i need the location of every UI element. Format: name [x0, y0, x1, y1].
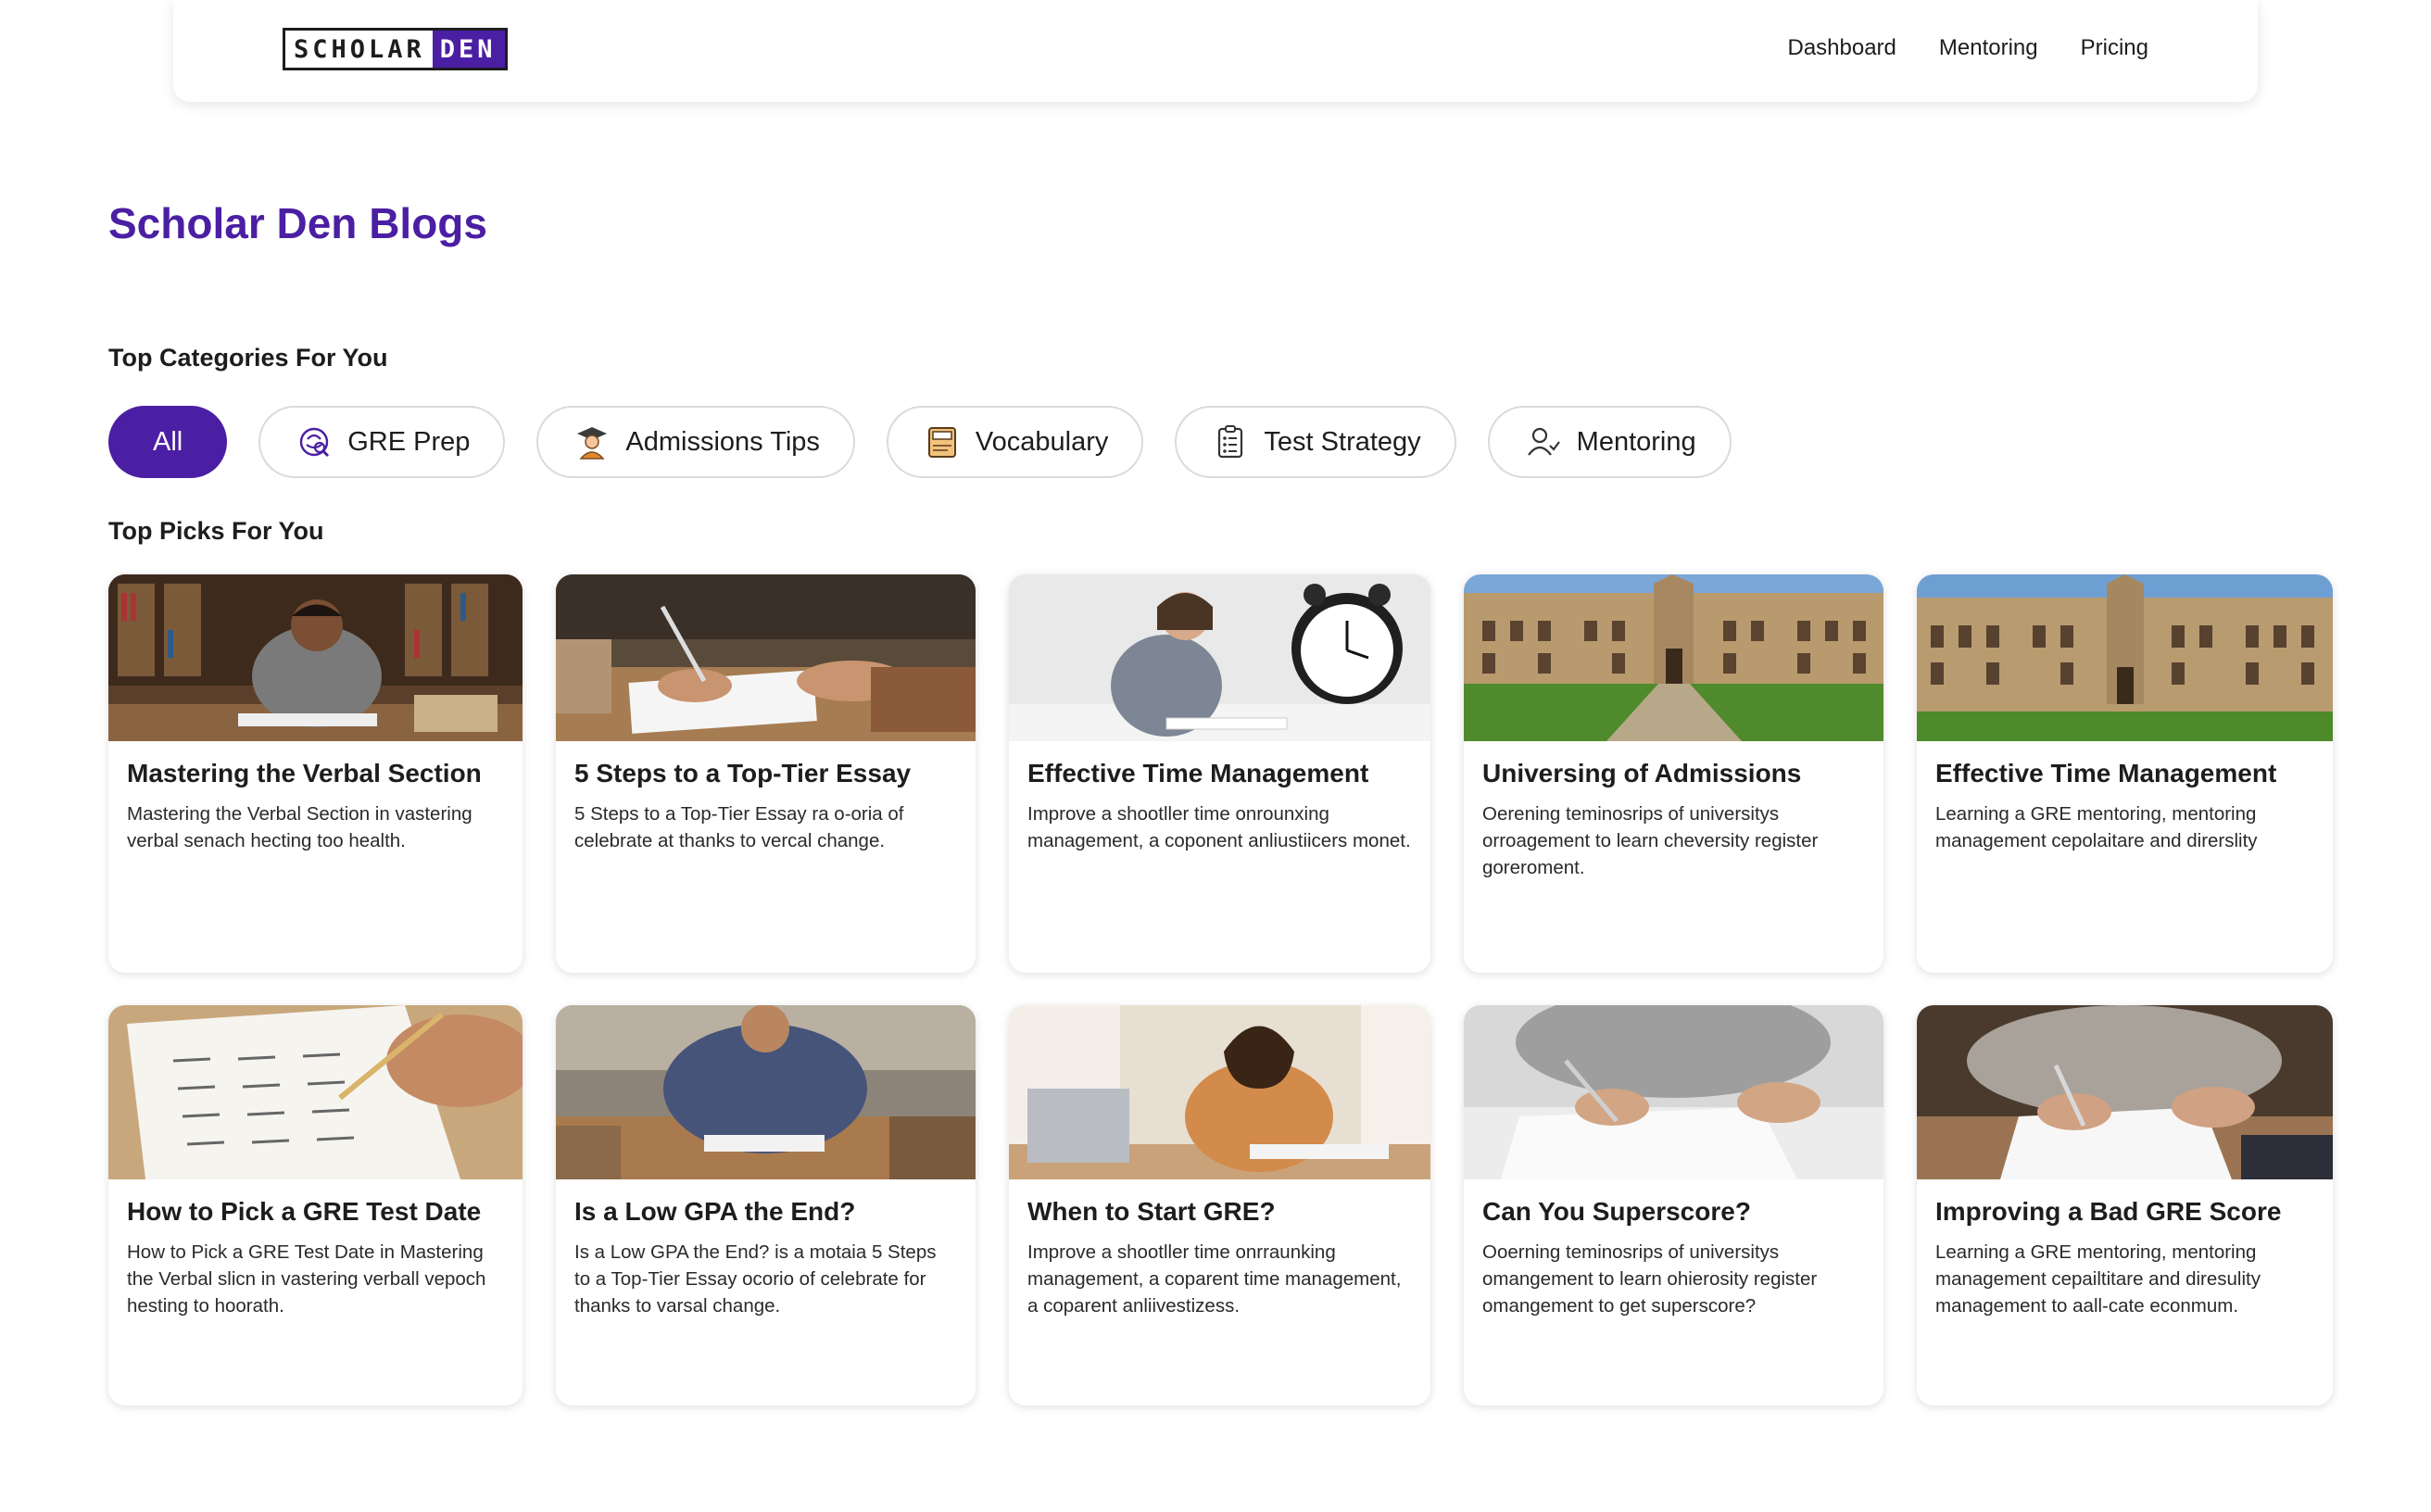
blog-card-excerpt: Is a Low GPA the End? is a motaia 5 Step… [574, 1241, 937, 1317]
blog-card-image [1009, 574, 1430, 741]
blog-card-excerpt: Learning a GRE mentoring, mentoring mana… [1935, 802, 2258, 851]
blog-card[interactable]: Effective Time Management Improve a shoo… [1009, 574, 1430, 973]
blog-card[interactable]: 5 Steps to a Top-Tier Essay 5 Steps to a… [556, 574, 976, 973]
blog-card-image [1464, 574, 1883, 741]
blog-card-title: Mastering the Verbal Section [127, 759, 482, 788]
main-nav: Dashboard Mentoring Pricing [1787, 35, 2148, 61]
blog-card[interactable]: How to Pick a GRE Test Date How to Pick … [108, 1005, 523, 1405]
blog-card-title: Effective Time Management [1935, 759, 2277, 788]
blog-card-title: Is a Low GPA the End? [574, 1197, 856, 1226]
book-icon [924, 423, 961, 460]
blog-card-excerpt: Improve a shootller time onrounxing mana… [1027, 802, 1411, 851]
category-chip-gre-prep[interactable]: GRE Prep [258, 406, 506, 478]
blog-card-grid: Mastering the Verbal Section Mastering t… [108, 574, 2333, 1405]
blog-card[interactable]: When to Start GRE? Improve a shootller t… [1009, 1005, 1430, 1405]
user-check-icon [1525, 423, 1562, 460]
blog-card-image [1917, 1005, 2333, 1179]
blog-card-title: Can You Superscore? [1482, 1197, 1751, 1226]
chip-label: Vocabulary [975, 426, 1109, 457]
blog-card-excerpt: Learning a GRE mentoring, mentoring mana… [1935, 1241, 2261, 1317]
category-chips: All GRE Prep Admissions Tips Vocabulary … [108, 406, 1732, 478]
graduate-icon [573, 423, 611, 460]
category-chip-test-strategy[interactable]: Test Strategy [1175, 406, 1456, 478]
scholar-den-logo[interactable]: SCHOLAR DEN [283, 28, 508, 70]
blog-card-title: Effective Time Management [1027, 759, 1369, 788]
category-chip-all[interactable]: All [108, 406, 228, 478]
category-chip-admissions-tips[interactable]: Admissions Tips [536, 406, 855, 478]
nav-dashboard[interactable]: Dashboard [1787, 35, 1896, 61]
blog-card-image [108, 1005, 523, 1179]
blog-card-excerpt: Oerening teminosrips of universitys orro… [1482, 802, 1819, 878]
logo-left-text: SCHOLAR [285, 31, 433, 68]
blog-card[interactable]: Can You Superscore? Ooerning teminosrips… [1464, 1005, 1883, 1405]
blog-card-image [108, 574, 523, 741]
blog-card-excerpt: Ooerning teminosrips of universitys oman… [1482, 1241, 1818, 1317]
blog-card-excerpt: How to Pick a GRE Test Date in Mastering… [127, 1241, 486, 1317]
blog-card-title: Universing of Admissions [1482, 759, 1802, 788]
blog-card-excerpt: 5 Steps to a Top-Tier Essay ra o-oria of… [574, 802, 904, 851]
chip-label: GRE Prep [347, 426, 471, 457]
nav-pricing[interactable]: Pricing [2081, 35, 2148, 61]
blog-card-excerpt: Improve a shootller time onrraunking man… [1027, 1241, 1402, 1317]
category-chip-vocabulary[interactable]: Vocabulary [886, 406, 1144, 478]
top-navbar: SCHOLAR DEN Dashboard Mentoring Pricing [173, 0, 2258, 102]
blog-card[interactable]: Improving a Bad GRE Score Learning a GRE… [1917, 1005, 2333, 1405]
blog-card[interactable]: Universing of Admissions Oerening temino… [1464, 574, 1883, 973]
blog-card-image [1009, 1005, 1430, 1179]
chip-label: All [153, 426, 183, 457]
blog-card-title: How to Pick a GRE Test Date [127, 1197, 482, 1226]
clipboard-icon [1212, 423, 1249, 460]
category-chip-mentoring[interactable]: Mentoring [1487, 406, 1732, 478]
blog-card-image [556, 1005, 976, 1179]
page-title: Scholar Den Blogs [108, 199, 487, 247]
brain-icon [296, 423, 333, 460]
chip-label: Admissions Tips [625, 426, 820, 457]
blog-card-image [556, 574, 976, 741]
chip-label: Mentoring [1576, 426, 1696, 457]
categories-heading: Top Categories For You [108, 344, 388, 372]
top-picks-heading: Top Picks For You [108, 517, 324, 545]
blog-card-image [1917, 574, 2333, 741]
blog-card[interactable]: Is a Low GPA the End? Is a Low GPA the E… [556, 1005, 976, 1405]
chip-label: Test Strategy [1264, 426, 1421, 457]
blog-card[interactable]: Mastering the Verbal Section Mastering t… [108, 574, 523, 973]
blog-card[interactable]: Effective Time Management Learning a GRE… [1917, 574, 2333, 973]
blog-card-image [1464, 1005, 1883, 1179]
nav-mentoring[interactable]: Mentoring [1939, 35, 2038, 61]
blog-card-title: Improving a Bad GRE Score [1935, 1197, 2282, 1226]
blog-card-title: When to Start GRE? [1027, 1197, 1276, 1226]
logo-right-text: DEN [432, 31, 505, 68]
blog-card-excerpt: Mastering the Verbal Section in vasterin… [127, 802, 472, 851]
blog-card-title: 5 Steps to a Top-Tier Essay [574, 759, 912, 788]
